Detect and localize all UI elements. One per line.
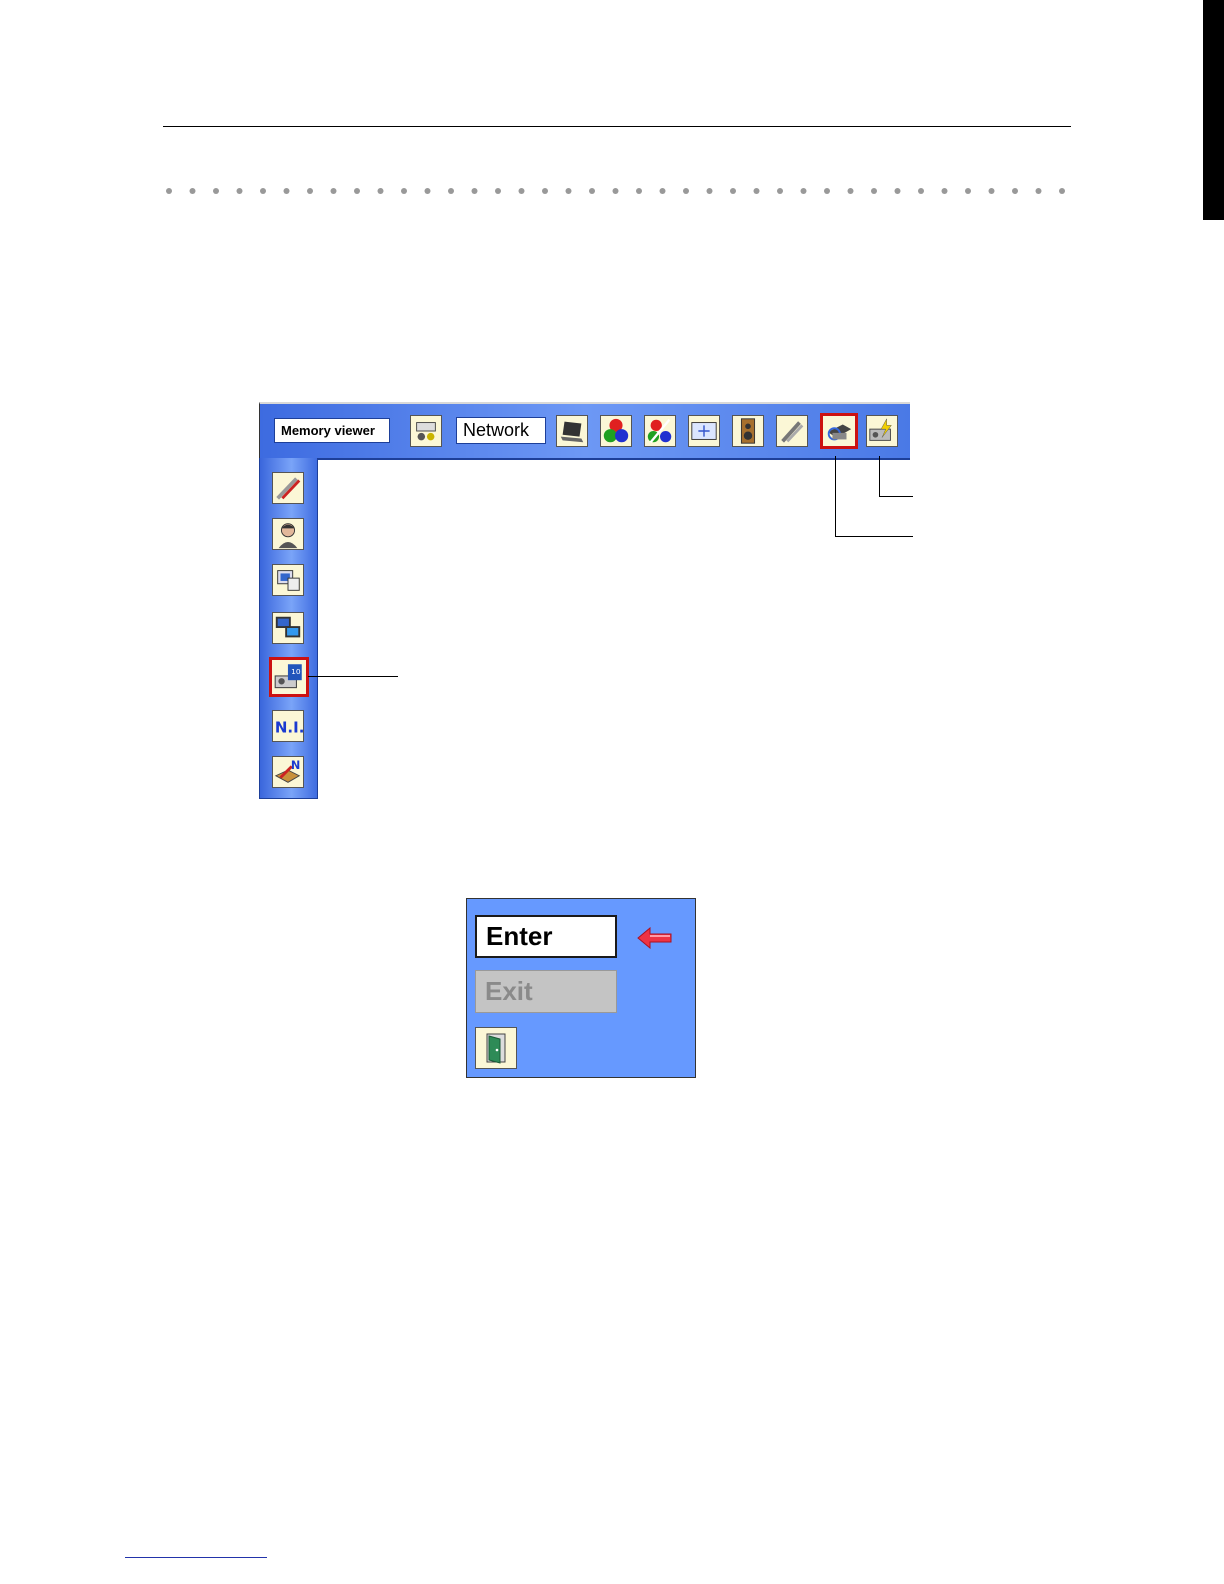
separator-dot	[166, 188, 172, 194]
separator-dot	[1012, 188, 1018, 194]
callout-line-projector-info-h	[835, 536, 913, 537]
dotted-separator	[166, 188, 1065, 194]
separator-dot	[448, 188, 454, 194]
network-setting-icon[interactable]	[272, 472, 304, 504]
network-label[interactable]: Network	[456, 417, 546, 444]
separator-dot	[871, 188, 877, 194]
network-information-icon[interactable]: N.I.	[272, 710, 304, 742]
separator-dot	[589, 188, 595, 194]
separator-dot	[777, 188, 783, 194]
separator-dot	[918, 188, 924, 194]
page-edge-tab	[1203, 0, 1224, 220]
separator-dot	[495, 188, 501, 194]
enter-exit-dialog: Enter Exit	[466, 898, 696, 1078]
separator-dot	[542, 188, 548, 194]
separator-dot	[283, 188, 290, 194]
svg-text:N: N	[291, 759, 300, 772]
separator-dot	[1059, 188, 1065, 194]
screen-icon[interactable]	[688, 415, 720, 447]
exit-button[interactable]: Exit	[475, 970, 617, 1013]
enter-button[interactable]: Enter	[475, 915, 617, 958]
network-configuration-icon[interactable]	[272, 564, 304, 596]
separator-dot	[706, 188, 713, 194]
separator-dot	[636, 188, 642, 194]
projector-info-icon[interactable]	[820, 413, 858, 449]
color-adjust-icon[interactable]	[644, 415, 676, 447]
separator-dot	[965, 188, 971, 194]
separator-dot	[753, 188, 760, 194]
separator-dot	[1035, 188, 1042, 194]
memory-viewer-label: Memory viewer	[274, 418, 390, 443]
callout-line-power	[879, 456, 880, 496]
pointer-arrow-icon	[637, 927, 672, 949]
header-rule	[163, 126, 1071, 127]
separator-dot	[330, 188, 337, 194]
network-factory-default-icon[interactable]: N	[272, 756, 304, 788]
separator-dot	[260, 188, 266, 194]
image-adjust-icon[interactable]	[600, 415, 632, 447]
separator-dot	[424, 188, 431, 194]
separator-dot	[471, 188, 478, 194]
menu-sidebar: 10 N.I. N	[259, 458, 318, 799]
menu-bar: Memory viewer Network	[259, 402, 910, 460]
callout-line-projector-info	[835, 456, 836, 536]
input-icon[interactable]	[410, 415, 442, 447]
separator-dot	[730, 188, 736, 194]
separator-dot	[189, 188, 196, 194]
callout-line-power-h	[879, 496, 913, 497]
svg-text:N.I.: N.I.	[275, 719, 303, 737]
network-user-icon[interactable]	[272, 518, 304, 550]
separator-dot	[236, 188, 243, 194]
power-management-icon[interactable]	[866, 415, 898, 447]
separator-dot	[401, 188, 407, 194]
separator-dot	[659, 188, 666, 194]
separator-dot	[894, 188, 901, 194]
callout-line-side	[308, 676, 398, 677]
network-pc-icon[interactable]	[272, 612, 304, 644]
separator-dot	[377, 188, 384, 194]
footer-link-underline	[125, 1557, 267, 1558]
separator-dot	[847, 188, 854, 194]
separator-dot	[941, 188, 948, 194]
computer-icon[interactable]	[556, 415, 588, 447]
svg-text:10: 10	[291, 667, 301, 676]
sound-icon[interactable]	[732, 415, 764, 447]
setting-icon[interactable]	[776, 415, 808, 447]
separator-dot	[354, 188, 360, 194]
separator-dot	[518, 188, 525, 194]
separator-dot	[683, 188, 689, 194]
separator-dot	[565, 188, 572, 194]
door-exit-icon[interactable]	[475, 1027, 517, 1069]
separator-dot	[213, 188, 219, 194]
separator-dot	[307, 188, 313, 194]
separator-dot	[824, 188, 830, 194]
network-menu-screenshot: Memory viewer Network 10 N.I. N	[259, 402, 913, 800]
network-projector-icon[interactable]: 10	[269, 657, 309, 697]
separator-dot	[800, 188, 807, 194]
separator-dot	[612, 188, 619, 194]
separator-dot	[988, 188, 995, 194]
